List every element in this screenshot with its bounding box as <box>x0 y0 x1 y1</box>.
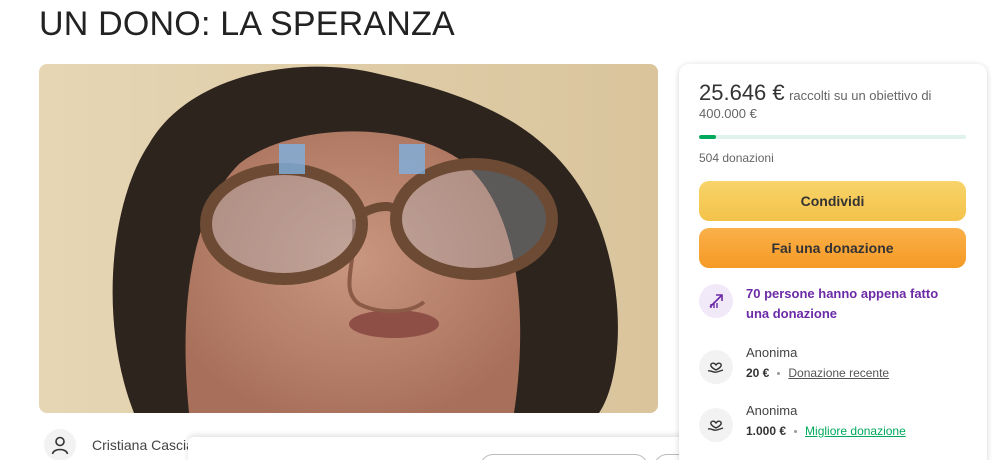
donor-name: Anonima <box>746 345 798 360</box>
organizer-name[interactable]: Cristiana Cascia <box>92 437 194 453</box>
recent-activity: 70 persone hanno appena fatto una donazi… <box>699 284 956 324</box>
donate-button[interactable]: Fai una donazione <box>699 228 966 268</box>
recent-donation-link[interactable]: Donazione recente <box>788 364 889 382</box>
trending-up-icon <box>699 284 733 318</box>
heart-hand-icon <box>699 350 733 384</box>
donor-amount: 20 € <box>746 366 770 380</box>
campaign-photo[interactable] <box>39 64 658 413</box>
progress-bar <box>699 135 966 139</box>
top-donation-link[interactable]: Migliore donazione <box>805 422 906 440</box>
page-title: UN DONO: LA SPERANZA <box>39 5 455 43</box>
donor-entry: Anonima 20 € Donazione recente <box>699 344 889 384</box>
donation-card: 25.646 € raccolti su un obiettivo di 400… <box>679 64 987 460</box>
donor-name: Anonima <box>746 403 798 418</box>
heart-hand-icon <box>699 408 733 442</box>
separator-dot <box>794 429 798 433</box>
floating-action-bar <box>188 437 820 460</box>
organizer: Cristiana Cascia <box>44 428 194 460</box>
raised-summary: 25.646 € raccolti su un obiettivo di 400… <box>699 82 969 123</box>
donor-amount: 1.000 € <box>746 424 787 438</box>
donor-entry: Anonima 1.000 € Migliore donazione <box>699 402 906 442</box>
share-button[interactable]: Condividi <box>699 181 966 221</box>
raised-amount: 25.646 € <box>699 80 785 105</box>
user-icon <box>44 429 76 460</box>
separator-dot <box>777 371 781 375</box>
bar-button-left[interactable] <box>480 454 648 460</box>
donations-count[interactable]: 504 donazioni <box>699 151 774 165</box>
portrait-image <box>39 64 658 413</box>
recent-activity-text: 70 persone hanno appena fatto una donazi… <box>746 286 939 321</box>
progress-fill <box>699 135 717 139</box>
